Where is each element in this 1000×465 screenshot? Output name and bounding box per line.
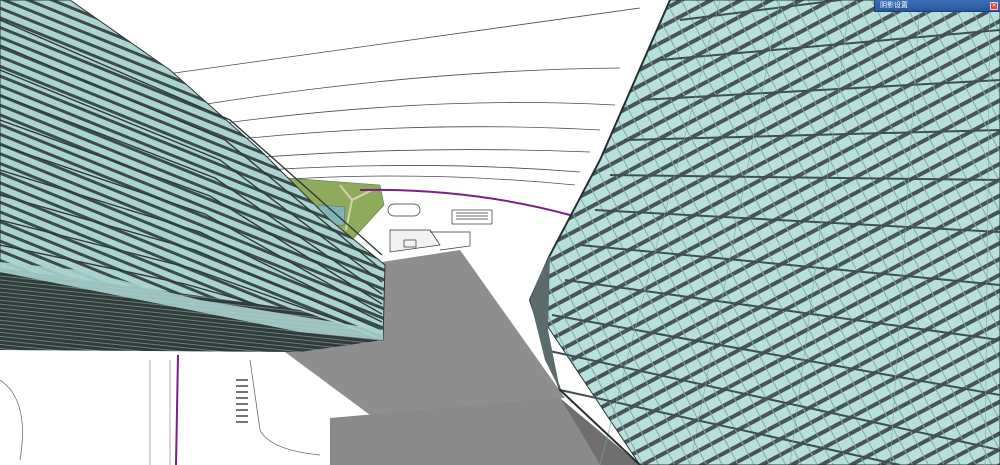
3d-modeling-viewport[interactable]: 阴影设置 ×	[0, 0, 1000, 465]
shadow-settings-tray[interactable]: 阴影设置 ×	[874, 0, 1000, 12]
scene-canvas[interactable]	[0, 0, 1000, 465]
close-icon[interactable]: ×	[990, 2, 998, 10]
tray-title: 阴影设置	[880, 1, 908, 9]
